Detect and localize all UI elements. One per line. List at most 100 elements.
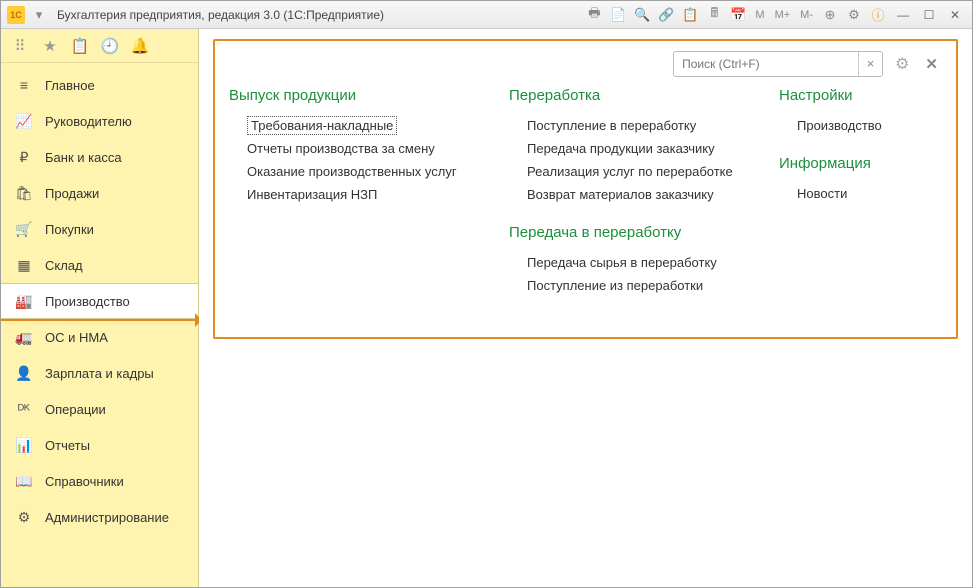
link-item[interactable]: Возврат материалов заказчику — [527, 183, 749, 206]
search-input[interactable] — [674, 57, 858, 71]
book-icon: 📖 — [15, 472, 33, 490]
link-item[interactable]: Поступление в переработку — [527, 114, 749, 137]
panel-column-2: Настройки Производство Информация Новости — [779, 87, 929, 297]
link-icon[interactable]: 🔗 — [656, 5, 676, 25]
doc-icon[interactable]: 📋 — [680, 5, 700, 25]
link-item[interactable]: Производство — [797, 114, 929, 137]
link-item[interactable]: Поступление из переработки — [527, 274, 749, 297]
tool-icon[interactable]: ⚙ — [844, 5, 864, 25]
sidebar-item-3[interactable]: 🛍 Продажи — [1, 175, 198, 211]
section-heading[interactable]: Настройки — [779, 87, 929, 104]
help-icon[interactable]: ⓘ — [868, 5, 888, 25]
sidebar-item-11[interactable]: 📖 Справочники — [1, 463, 198, 499]
main-area: × ⚙ ✕ Выпуск продукции Требования-накладн… — [199, 29, 972, 587]
sidebar-item-5[interactable]: ▦ Склад — [1, 247, 198, 283]
titlebar: 1C ▾ Бухгалтерия предприятия, редакция 3… — [1, 1, 972, 29]
link-list: Производство — [779, 114, 929, 137]
history-icon[interactable]: 🕘 — [101, 37, 119, 55]
bell-icon[interactable]: 🔔 — [131, 37, 149, 55]
settings-gear-icon[interactable]: ⚙ — [891, 54, 913, 74]
truck-icon: 🚛 — [15, 328, 33, 346]
section-heading[interactable]: Передача в переработку — [509, 224, 749, 241]
boxes-icon: ▦ — [15, 256, 33, 274]
sidebar-item-label: Зарплата и кадры — [45, 366, 154, 381]
sidebar-item-label: Банк и касса — [45, 150, 122, 165]
panel-close-button[interactable]: ✕ — [921, 55, 942, 73]
sidebar-item-0[interactable]: ≡ Главное — [1, 67, 198, 103]
sidebar-item-label: Справочники — [45, 474, 124, 489]
sidebar-item-4[interactable]: 🛒 Покупки — [1, 211, 198, 247]
sidebar-item-10[interactable]: 📊 Отчеты — [1, 427, 198, 463]
sidebar-item-7[interactable]: 🚛 ОС и НМА — [1, 319, 198, 355]
dtkt-icon: ᴰᴷ — [15, 400, 33, 418]
sidebar-item-1[interactable]: 📈 Руководителю — [1, 103, 198, 139]
section-panel: × ⚙ ✕ Выпуск продукции Требования-накладн… — [213, 39, 958, 339]
plus-icon[interactable]: ⊕ — [820, 5, 840, 25]
sidebar-item-label: Склад — [45, 258, 83, 273]
panel-column-0: Выпуск продукции Требования-накладные Отче… — [229, 87, 479, 297]
cart-icon: 🛒 — [15, 220, 33, 238]
factory-icon: 🏭 — [15, 292, 33, 310]
link-item[interactable]: Передача продукции заказчику — [527, 137, 749, 160]
section-heading[interactable]: Информация — [779, 155, 929, 172]
link-item[interactable]: Новости — [797, 182, 929, 205]
sidebar-item-label: Производство — [45, 294, 130, 309]
search-clear-button[interactable]: × — [858, 52, 882, 76]
link-item[interactable]: Передача сырья в переработку — [527, 251, 749, 274]
menu-icon: ≡ — [15, 76, 33, 94]
bag-icon: 🛍 — [15, 184, 33, 202]
mem-mminus[interactable]: M- — [797, 9, 816, 21]
link-list: Поступление в переработкуПередача продук… — [509, 114, 749, 206]
active-indicator-arrow — [1, 319, 199, 321]
gear-icon: ⚙ — [15, 508, 33, 526]
link-item[interactable]: Требования-накладные — [247, 116, 397, 135]
sidebar-item-label: ОС и НМА — [45, 330, 108, 345]
link-list: Передача сырья в переработкуПоступление … — [509, 251, 749, 297]
chart-icon: 📊 — [15, 436, 33, 454]
sidebar-item-8[interactable]: 👤 Зарплата и кадры — [1, 355, 198, 391]
sidebar-item-12[interactable]: ⚙ Администрирование — [1, 499, 198, 535]
link-list: Новости — [779, 182, 929, 205]
section-heading[interactable]: Переработка — [509, 87, 749, 104]
sidebar-item-label: Руководителю — [45, 114, 132, 129]
close-window-button[interactable]: ✕ — [944, 6, 966, 24]
section-heading[interactable]: Выпуск продукции — [229, 87, 479, 104]
maximize-button[interactable]: ☐ — [918, 6, 940, 24]
search-icon[interactable]: 🔍 — [632, 5, 652, 25]
link-list: Требования-накладные Отчеты производства … — [229, 114, 479, 206]
preview-icon[interactable]: 📄 — [608, 5, 628, 25]
star-icon[interactable]: ★ — [41, 37, 59, 55]
sidebar-item-label: Покупки — [45, 222, 94, 237]
print-icon[interactable]: 🖶 — [584, 5, 604, 25]
sidebar-item-2[interactable]: ₽Банк и касса — [1, 139, 198, 175]
clipboard-icon[interactable]: 📋 — [71, 37, 89, 55]
app-window: 1C ▾ Бухгалтерия предприятия, редакция 3… — [0, 0, 973, 588]
sidebar-item-label: Продажи — [45, 186, 99, 201]
sidebar: ⠿ ★ 📋 🕘 🔔 ≡ Главное 📈 Руководителю ₽Банк и к… — [1, 29, 199, 587]
link-item[interactable]: Отчеты производства за смену — [247, 137, 479, 160]
grid-icon[interactable]: ⠿ — [11, 37, 29, 55]
sidebar-item-6[interactable]: 🏭 Производство — [1, 283, 198, 319]
sidebar-toolbar: ⠿ ★ 📋 🕘 🔔 — [1, 29, 198, 63]
sidebar-item-label: Отчеты — [45, 438, 90, 453]
sidebar-item-label: Главное — [45, 78, 95, 93]
mem-mplus[interactable]: M+ — [772, 9, 794, 21]
mem-m[interactable]: M — [752, 9, 767, 21]
dropdown-icon[interactable]: ▾ — [29, 5, 49, 25]
window-title: Бухгалтерия предприятия, редакция 3.0 (1… — [57, 8, 384, 22]
sidebar-item-label: Операции — [45, 402, 106, 417]
app-logo-icon: 1C — [7, 6, 25, 24]
person-icon: 👤 — [15, 364, 33, 382]
link-item[interactable]: Инвентаризация НЗП — [247, 183, 479, 206]
sidebar-item-label: Администрирование — [45, 510, 169, 525]
calc-icon[interactable]: 🖩 — [704, 5, 724, 25]
search-field[interactable]: × — [673, 51, 883, 77]
sidebar-nav: ≡ Главное 📈 Руководителю ₽Банк и касса 🛍 Прода… — [1, 63, 198, 539]
panel-column-1: ПереработкаПоступление в переработкуПере… — [509, 87, 749, 297]
calendar-icon[interactable]: 📅 — [728, 5, 748, 25]
link-item[interactable]: Оказание производственных услуг — [247, 160, 479, 183]
sidebar-item-9[interactable]: ᴰᴷ Операции — [1, 391, 198, 427]
trend-icon: 📈 — [15, 112, 33, 130]
link-item[interactable]: Реализация услуг по переработке — [527, 160, 749, 183]
minimize-button[interactable]: — — [892, 6, 914, 24]
